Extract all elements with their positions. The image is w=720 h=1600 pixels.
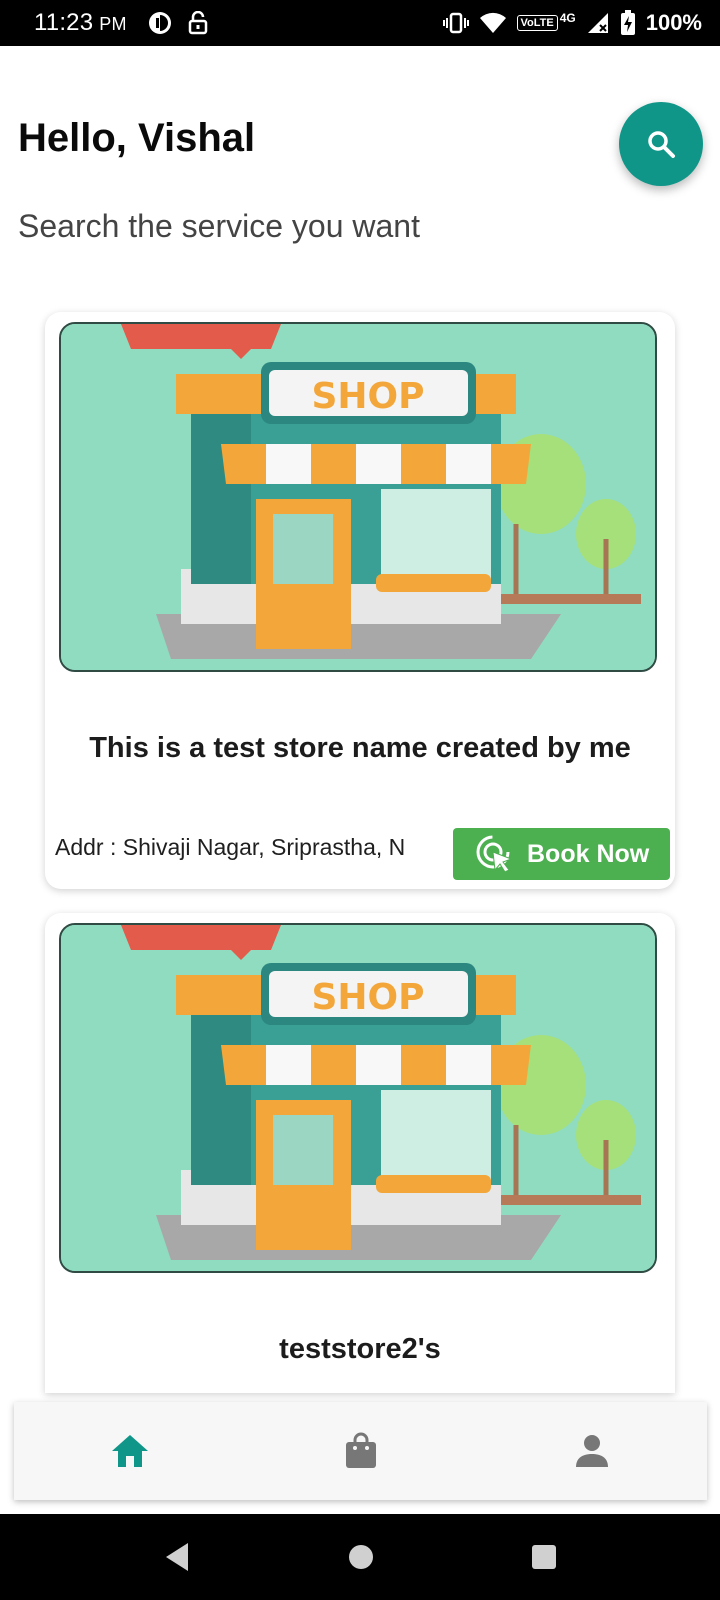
app-notification-icon <box>148 12 171 34</box>
store-address: Addr : Shivaji Nagar, Sriprastha, N <box>55 834 406 860</box>
signal-icon <box>587 13 608 33</box>
book-now-label: Book Now <box>527 839 650 868</box>
store-card[interactable]: SHOP teststore2's <box>45 913 675 1393</box>
volte-badge: VoLTE <box>516 15 558 31</box>
shop-sign-text: SHOP <box>311 376 424 417</box>
battery-charging-icon <box>620 10 635 35</box>
back-icon[interactable] <box>162 1541 192 1573</box>
status-right-icons: VoLTE 4G 100% <box>442 10 702 36</box>
store-card[interactable]: SHOP This is a test store name created b… <box>45 312 675 889</box>
shopping-bag-icon <box>345 1432 376 1468</box>
nav-home[interactable] <box>100 1421 160 1481</box>
status-time: 11:23 PM <box>34 9 127 37</box>
wifi-icon <box>479 12 506 33</box>
store-image: SHOP <box>59 923 657 1273</box>
search-subtitle: Search the service you want <box>18 208 420 244</box>
status-bar: 11:23 PM VoLTE 4G 100% <box>0 0 720 46</box>
battery-level: 100% <box>645 10 702 35</box>
unlock-icon <box>188 11 207 35</box>
vibrate-icon <box>442 12 469 34</box>
recents-icon[interactable] <box>530 1543 558 1571</box>
status-clock: 11:23 <box>34 9 94 36</box>
status-meridiem: PM <box>99 14 127 34</box>
store-name: teststore2's <box>279 1333 441 1365</box>
shop-sign-text: SHOP <box>311 977 424 1018</box>
bottom-navigation <box>14 1402 707 1500</box>
app-screen: 11:23 PM VoLTE 4G 100% Hello, Vishal Sea… <box>0 0 720 1600</box>
home-circle-icon[interactable] <box>347 1543 375 1571</box>
shop-illustration: SHOP <box>61 324 655 670</box>
home-icon <box>111 1435 148 1467</box>
nav-orders[interactable] <box>331 1421 391 1481</box>
book-now-button[interactable]: Book Now <box>453 828 670 880</box>
store-name: This is a test store name created by me <box>89 732 631 764</box>
person-icon <box>575 1435 608 1467</box>
shop-illustration: SHOP <box>61 925 655 1271</box>
greeting-title: Hello, Vishal <box>18 116 256 160</box>
search-icon <box>648 131 675 158</box>
tap-click-icon <box>476 835 513 873</box>
search-button[interactable] <box>619 102 703 186</box>
status-left-icons <box>147 10 209 36</box>
store-image: SHOP <box>59 322 657 672</box>
system-navigation-bar <box>0 1514 720 1600</box>
network-type: 4G <box>559 11 576 25</box>
nav-profile[interactable] <box>562 1421 622 1481</box>
